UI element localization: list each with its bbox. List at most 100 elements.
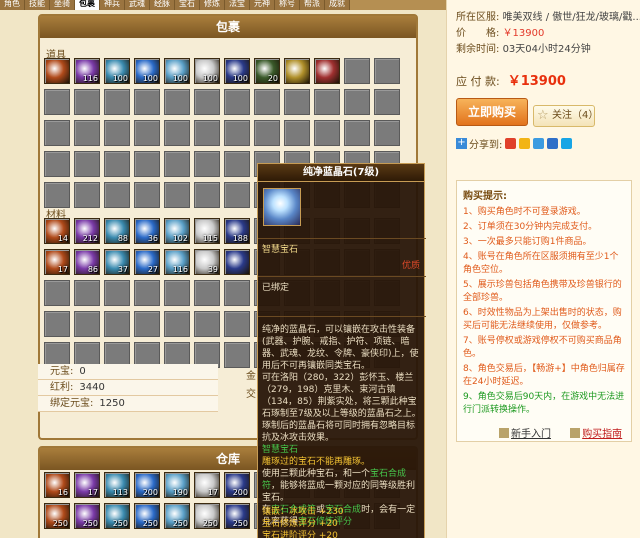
item-slot[interactable]: 16 — [44, 472, 70, 498]
empty-slot[interactable] — [374, 58, 400, 84]
empty-slot[interactable] — [134, 151, 160, 177]
tab-item[interactable]: 坐骑 — [50, 0, 75, 10]
guide-link-wrap[interactable]: 购买指南 — [570, 428, 630, 440]
item-slot[interactable]: 86 — [74, 249, 100, 275]
empty-slot[interactable] — [194, 151, 220, 177]
item-slot[interactable]: 250 — [224, 503, 250, 529]
item-slot[interactable]: 14 — [44, 218, 70, 244]
empty-slot[interactable] — [44, 120, 70, 146]
item-slot[interactable]: 17 — [74, 472, 100, 498]
empty-slot[interactable] — [74, 151, 100, 177]
empty-slot[interactable] — [164, 311, 190, 337]
follow-button[interactable]: ☆ 关注（4） — [533, 105, 598, 127]
tab-item[interactable]: 元神 — [250, 0, 275, 10]
item-slot[interactable]: 20 — [254, 58, 280, 84]
empty-slot[interactable] — [194, 120, 220, 146]
empty-slot[interactable] — [194, 182, 220, 208]
item-slot[interactable]: 115 — [194, 218, 220, 244]
empty-slot[interactable] — [44, 311, 70, 337]
tab-item[interactable]: 成就 — [325, 0, 350, 10]
item-slot[interactable]: 250 — [134, 503, 160, 529]
empty-slot[interactable] — [44, 280, 70, 306]
item-slot[interactable]: 17 — [44, 249, 70, 275]
tab-item[interactable]: 包裹 — [75, 0, 100, 10]
empty-slot[interactable] — [224, 120, 250, 146]
tab-item[interactable]: 武魂 — [125, 0, 150, 10]
empty-slot[interactable] — [134, 182, 160, 208]
tab-item[interactable]: 称号 — [275, 0, 300, 10]
empty-slot[interactable] — [164, 280, 190, 306]
empty-slot[interactable] — [194, 311, 220, 337]
item-slot[interactable]: 250 — [44, 503, 70, 529]
empty-slot[interactable] — [74, 120, 100, 146]
item-slot[interactable]: 36 — [134, 218, 160, 244]
empty-slot[interactable] — [224, 280, 250, 306]
item-slot[interactable] — [44, 58, 70, 84]
item-slot[interactable]: 200 — [224, 472, 250, 498]
empty-slot[interactable] — [134, 280, 160, 306]
empty-slot[interactable] — [344, 58, 370, 84]
empty-slot[interactable] — [74, 89, 100, 115]
item-slot[interactable]: 100 — [224, 58, 250, 84]
item-slot[interactable]: 212 — [74, 218, 100, 244]
tab-item[interactable]: 神兵 — [100, 0, 125, 10]
empty-slot[interactable] — [374, 89, 400, 115]
empty-slot[interactable] — [104, 120, 130, 146]
empty-slot[interactable] — [164, 182, 190, 208]
empty-slot[interactable] — [164, 120, 190, 146]
empty-slot[interactable] — [74, 311, 100, 337]
empty-slot[interactable] — [344, 89, 370, 115]
empty-slot[interactable] — [104, 280, 130, 306]
empty-slot[interactable] — [74, 280, 100, 306]
item-slot[interactable] — [284, 58, 310, 84]
item-slot[interactable]: 100 — [164, 58, 190, 84]
item-slot[interactable]: 116 — [164, 249, 190, 275]
item-slot[interactable]: 100 — [104, 58, 130, 84]
empty-slot[interactable] — [44, 151, 70, 177]
item-slot[interactable]: 39 — [194, 249, 220, 275]
empty-slot[interactable] — [224, 89, 250, 115]
plus-icon[interactable]: + — [456, 138, 467, 149]
item-slot[interactable]: 88 — [104, 218, 130, 244]
newbie-link[interactable]: 新手入门 — [511, 429, 551, 440]
tab-item[interactable]: 技能 — [25, 0, 50, 10]
empty-slot[interactable] — [314, 89, 340, 115]
empty-slot[interactable] — [164, 89, 190, 115]
empty-slot[interactable] — [194, 89, 220, 115]
tab-item[interactable]: 经脉 — [150, 0, 175, 10]
item-slot[interactable]: 188 — [224, 218, 250, 244]
weibo-share-icon[interactable] — [505, 138, 517, 149]
item-slot[interactable]: 27 — [134, 249, 160, 275]
tab-item[interactable]: 法宝 — [225, 0, 250, 10]
empty-slot[interactable] — [134, 311, 160, 337]
empty-slot[interactable] — [224, 311, 250, 337]
empty-slot[interactable] — [44, 89, 70, 115]
tab-item[interactable]: 宝石 — [175, 0, 200, 10]
empty-slot[interactable] — [134, 120, 160, 146]
empty-slot[interactable] — [374, 120, 400, 146]
item-slot[interactable]: 200 — [134, 472, 160, 498]
tencent-weibo-share-icon[interactable] — [533, 138, 545, 149]
item-slot[interactable]: 250 — [194, 503, 220, 529]
tab-item[interactable]: 修炼 — [200, 0, 225, 10]
item-slot[interactable]: 100 — [194, 58, 220, 84]
empty-slot[interactable] — [194, 280, 220, 306]
item-slot[interactable]: 37 — [104, 249, 130, 275]
qzone-share-icon[interactable] — [519, 138, 531, 149]
empty-slot[interactable] — [44, 182, 70, 208]
tab-item[interactable]: 角色 — [0, 0, 25, 10]
buy-guide-link[interactable]: 购买指南 — [582, 429, 622, 440]
item-slot[interactable] — [224, 249, 250, 275]
qq-share-icon[interactable] — [561, 138, 573, 149]
empty-slot[interactable] — [104, 89, 130, 115]
empty-slot[interactable] — [254, 120, 280, 146]
newbie-link-wrap[interactable]: 新手入门 — [499, 428, 559, 440]
empty-slot[interactable] — [224, 182, 250, 208]
empty-slot[interactable] — [284, 89, 310, 115]
renren-share-icon[interactable] — [547, 138, 559, 149]
empty-slot[interactable] — [104, 311, 130, 337]
empty-slot[interactable] — [254, 89, 280, 115]
tab-item[interactable]: 帮派 — [300, 0, 325, 10]
empty-slot[interactable] — [284, 120, 310, 146]
item-slot[interactable]: 250 — [104, 503, 130, 529]
